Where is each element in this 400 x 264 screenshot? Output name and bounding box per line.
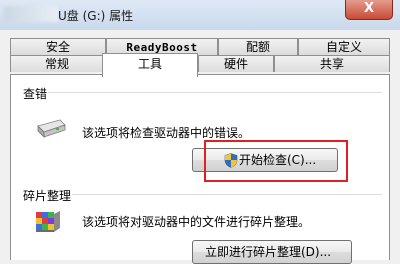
tab-tools[interactable]: 工具 (102, 53, 198, 77)
drive-icon (36, 118, 66, 143)
tab-general[interactable]: 常规 (10, 55, 104, 72)
tab-security[interactable]: 安全 (10, 38, 106, 55)
window-title: U盘 (G:) 属性 (58, 9, 134, 23)
group-separator (22, 92, 382, 93)
defragment-now-button[interactable]: 立即进行碎片整理(D)... (192, 240, 352, 264)
defrag-icon (34, 208, 62, 239)
tab-quota[interactable]: 配额 (218, 38, 298, 55)
title-bar: U盘 (G:) 属性 X (0, 0, 400, 30)
blurred-title-region (4, 6, 58, 22)
defrag-group-title: 碎片整理 (22, 187, 73, 204)
tab-customize[interactable]: 自定义 (298, 38, 390, 55)
tab-hardware[interactable]: 硬件 (198, 55, 274, 72)
close-button[interactable]: X (345, 0, 393, 20)
group-separator (22, 194, 382, 195)
tab-sharing[interactable]: 共享 (274, 55, 390, 72)
error-check-description: 该选项将检查驱动器中的错误。 (82, 126, 251, 140)
red-highlight-box (204, 140, 348, 182)
error-check-group-title: 查错 (22, 85, 49, 102)
defrag-description: 该选项将对驱动器中的文件进行碎片整理。 (82, 215, 311, 229)
